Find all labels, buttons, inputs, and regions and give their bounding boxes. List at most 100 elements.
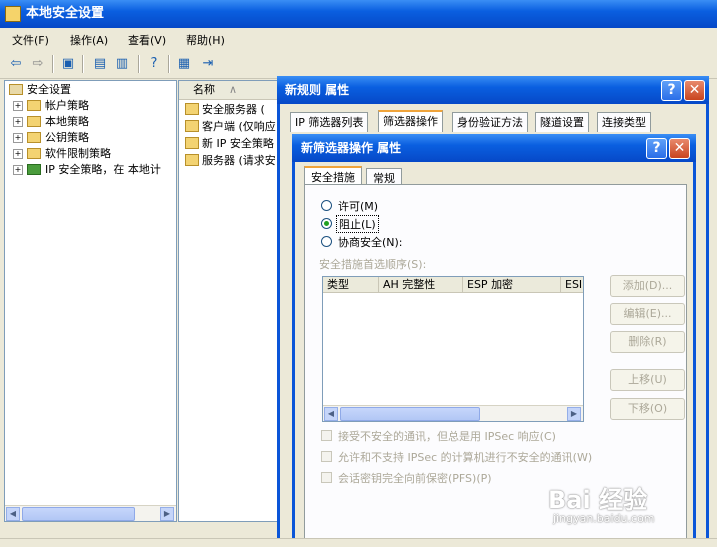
edit-button[interactable]: 编辑(E)...	[610, 303, 685, 325]
folder-lock-icon	[27, 100, 41, 111]
policy-list-pane[interactable]: 名称 ∧ 安全服务器 ( 客户端 (仅响应 新 IP 安全策略 服务器 (请求安	[178, 80, 290, 522]
menu-file[interactable]: 文件(F)	[12, 32, 49, 48]
tab-ip-filter-list[interactable]: IP 筛选器列表	[290, 112, 369, 132]
radio-permit[interactable]	[321, 200, 332, 211]
security-order-label: 安全措施首选顺序(S):	[319, 258, 427, 271]
list-item-label: 安全服务器 (	[202, 103, 265, 116]
policy-icon	[185, 137, 199, 149]
menu-help[interactable]: 帮助(H)	[186, 32, 225, 48]
app-icon	[5, 6, 21, 22]
column-esp-more[interactable]: ESI	[561, 277, 583, 293]
properties-icon[interactable]: ▤	[90, 54, 110, 74]
remove-button[interactable]: 删除(R)	[610, 331, 685, 353]
radio-block-label: 阻止(L)	[336, 215, 379, 233]
checkbox-accept-unsecured[interactable]	[321, 430, 332, 441]
tree-item-label: 本地策略	[45, 115, 89, 128]
tab-filter-action[interactable]: 筛选器操作	[378, 110, 443, 132]
window-title: 本地安全设置	[26, 6, 105, 21]
tab-connection-type[interactable]: 连接类型	[597, 112, 651, 132]
toolbar-separator	[168, 55, 170, 73]
policy-icon	[185, 103, 199, 115]
menu-bar: 文件(F) 操作(A) 查看(V) 帮助(H)	[0, 28, 717, 51]
move-down-button[interactable]: 下移(O)	[610, 398, 685, 420]
policy-icon	[185, 154, 199, 166]
scroll-left-icon[interactable]: ◀	[324, 407, 338, 421]
tree-horizontal-scrollbar[interactable]: ◀ ▶	[5, 505, 176, 521]
security-settings-icon	[9, 84, 23, 95]
sort-ascending-icon: ∧	[229, 83, 238, 96]
tree-pane[interactable]: 安全设置 + 帐户策略 + 本地策略 + 公钥策略 + 软件限制策略 + IP …	[4, 80, 177, 522]
folder-lock-icon	[27, 116, 41, 127]
ip-security-icon	[27, 164, 41, 175]
list-item-label: 客户端 (仅响应	[202, 120, 276, 133]
rule-dialog-close-button[interactable]: ✕	[684, 80, 705, 101]
expand-icon[interactable]: +	[13, 101, 23, 111]
properties-sheet-icon[interactable]: ▦	[174, 54, 194, 74]
tree-item-label: IP 安全策略，在 本地计	[45, 163, 161, 176]
menu-action[interactable]: 操作(A)	[70, 32, 108, 48]
rule-dialog-title-bar: 新规则 属性 ? ✕	[277, 76, 709, 104]
toolbar-separator	[138, 55, 140, 73]
rule-dialog-help-button[interactable]: ?	[661, 80, 682, 101]
folder-icon	[27, 148, 41, 159]
column-esp-encryption[interactable]: ESP 加密	[463, 277, 561, 293]
watermark-url: jingyan.baidu.com	[553, 512, 655, 525]
tree-root-label: 安全设置	[27, 83, 71, 96]
filter-action-dialog-title-bar: 新筛选器操作 属性 ? ✕	[292, 134, 696, 162]
filter-action-help-button[interactable]: ?	[646, 138, 667, 159]
scroll-thumb[interactable]	[340, 407, 480, 421]
list-item-label: 服务器 (请求安	[202, 154, 276, 167]
security-methods-listview[interactable]: 类型 AH 完整性 ESP 加密 ESI ◀ ▶	[322, 276, 584, 422]
move-up-button[interactable]: 上移(U)	[610, 369, 685, 391]
help-icon[interactable]: ?	[144, 54, 164, 74]
checkbox-allow-unsecured[interactable]	[321, 451, 332, 462]
scroll-thumb[interactable]	[22, 507, 135, 521]
menu-view[interactable]: 查看(V)	[128, 32, 166, 48]
scroll-right-icon[interactable]: ▶	[567, 407, 581, 421]
radio-negotiate-security[interactable]	[321, 236, 332, 247]
list-item-label: 新 IP 安全策略	[202, 137, 274, 150]
folder-icon	[27, 132, 41, 143]
tree-item-label: 帐户策略	[45, 99, 89, 112]
toolbar-separator	[52, 55, 54, 73]
expand-icon[interactable]: +	[13, 149, 23, 159]
radio-permit-label: 许可(M)	[338, 200, 379, 213]
checkbox-accept-unsecured-label: 接受不安全的通讯，但总是用 IPSec 响应(C)	[338, 430, 556, 443]
checkbox-pfs-label: 会话密钥完全向前保密(PFS)(P)	[338, 472, 492, 485]
list-item[interactable]: 新 IP 安全策略	[185, 136, 274, 152]
add-button[interactable]: 添加(D)...	[610, 275, 685, 297]
checkbox-allow-unsecured-label: 允许和不支持 IPSec 的计算机进行不安全的通讯(W)	[338, 451, 593, 464]
rule-dialog-title: 新规则 属性	[285, 83, 350, 97]
watermark-brand: Bai 经验	[548, 486, 648, 514]
forward-icon[interactable]: ⇨	[28, 54, 48, 74]
list-item[interactable]: 服务器 (请求安	[185, 153, 276, 169]
scroll-left-icon[interactable]: ◀	[6, 507, 20, 521]
tab-auth-method[interactable]: 身份验证方法	[452, 112, 528, 132]
list-item[interactable]: 安全服务器 (	[185, 102, 265, 118]
column-name-header: 名称	[193, 83, 215, 96]
list-header[interactable]: 名称 ∧	[179, 81, 289, 100]
radio-negotiate-label: 协商安全(N):	[338, 236, 403, 249]
expand-icon[interactable]: +	[13, 133, 23, 143]
up-folder-icon[interactable]: ▣	[58, 54, 78, 74]
toolbar-separator	[82, 55, 84, 73]
filter-action-close-button[interactable]: ✕	[669, 138, 690, 159]
toolbar: ⇦ ⇨ ▣ ▤ ▥ ? ▦ ⇥	[0, 50, 717, 79]
list-item[interactable]: 客户端 (仅响应	[185, 119, 276, 135]
back-icon[interactable]: ⇦	[6, 54, 26, 74]
checkbox-pfs[interactable]	[321, 472, 332, 483]
scroll-right-icon[interactable]: ▶	[160, 507, 174, 521]
column-ah-integrity[interactable]: AH 完整性	[379, 277, 463, 293]
policy-icon	[185, 120, 199, 132]
column-type[interactable]: 类型	[323, 277, 379, 293]
tab-tunnel-settings[interactable]: 隧道设置	[535, 112, 589, 132]
expand-icon[interactable]: +	[13, 117, 23, 127]
import-icon[interactable]: ⇥	[198, 54, 218, 74]
expand-icon[interactable]: +	[13, 165, 23, 175]
main-title-bar: 本地安全设置	[0, 0, 717, 28]
listview-horizontal-scrollbar[interactable]: ◀ ▶	[323, 405, 583, 421]
tree-item-label: 软件限制策略	[45, 147, 111, 160]
radio-block[interactable]	[321, 218, 332, 229]
export-list-icon[interactable]: ▥	[112, 54, 132, 74]
tree-item-label: 公钥策略	[45, 131, 89, 144]
